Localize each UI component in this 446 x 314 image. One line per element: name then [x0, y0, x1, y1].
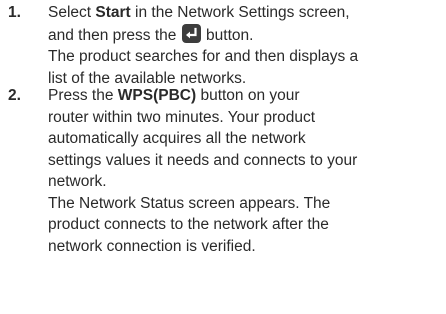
step-line: router within two minutes. Your product — [48, 108, 316, 126]
step-body: Select Start in the Network Settings scr… — [48, 2, 443, 89]
step-line: product connects to the network after th… — [48, 216, 329, 233]
text-run: and then press the — [48, 26, 181, 44]
text-run: button on your — [196, 87, 300, 104]
step-number: 2. — [8, 87, 21, 104]
step-line: settings values it needs and connects to… — [48, 151, 358, 169]
text-run: Press the — [48, 87, 118, 104]
step-line: The product searches for and then displa… — [48, 48, 359, 65]
text-run: button. — [201, 26, 254, 44]
step-line: network. — [48, 173, 107, 190]
step-line: Select Start in the Network Settings scr… — [48, 2, 443, 24]
step-line: The Network Status screen appears. The — [48, 194, 331, 212]
step-number: 1. — [8, 4, 21, 21]
enter-icon — [181, 23, 201, 43]
step-line: and then press the button. — [48, 23, 443, 47]
step-line: Press the WPS(PBC) button on your — [48, 85, 443, 107]
text-run: Select — [48, 4, 96, 21]
start-label: Start — [95, 4, 131, 21]
text-run: in the Network Settings screen, — [130, 4, 350, 21]
wps-pbc-label: WPS(PBC) — [117, 87, 197, 104]
step-line: automatically acquires all the network — [48, 130, 306, 147]
step-body: Press the WPS(PBC) button on your router… — [48, 85, 443, 257]
instruction-steps: 1. Select Start in the Network Settings … — [0, 0, 446, 314]
step-line: network connection is verified. — [48, 237, 256, 255]
